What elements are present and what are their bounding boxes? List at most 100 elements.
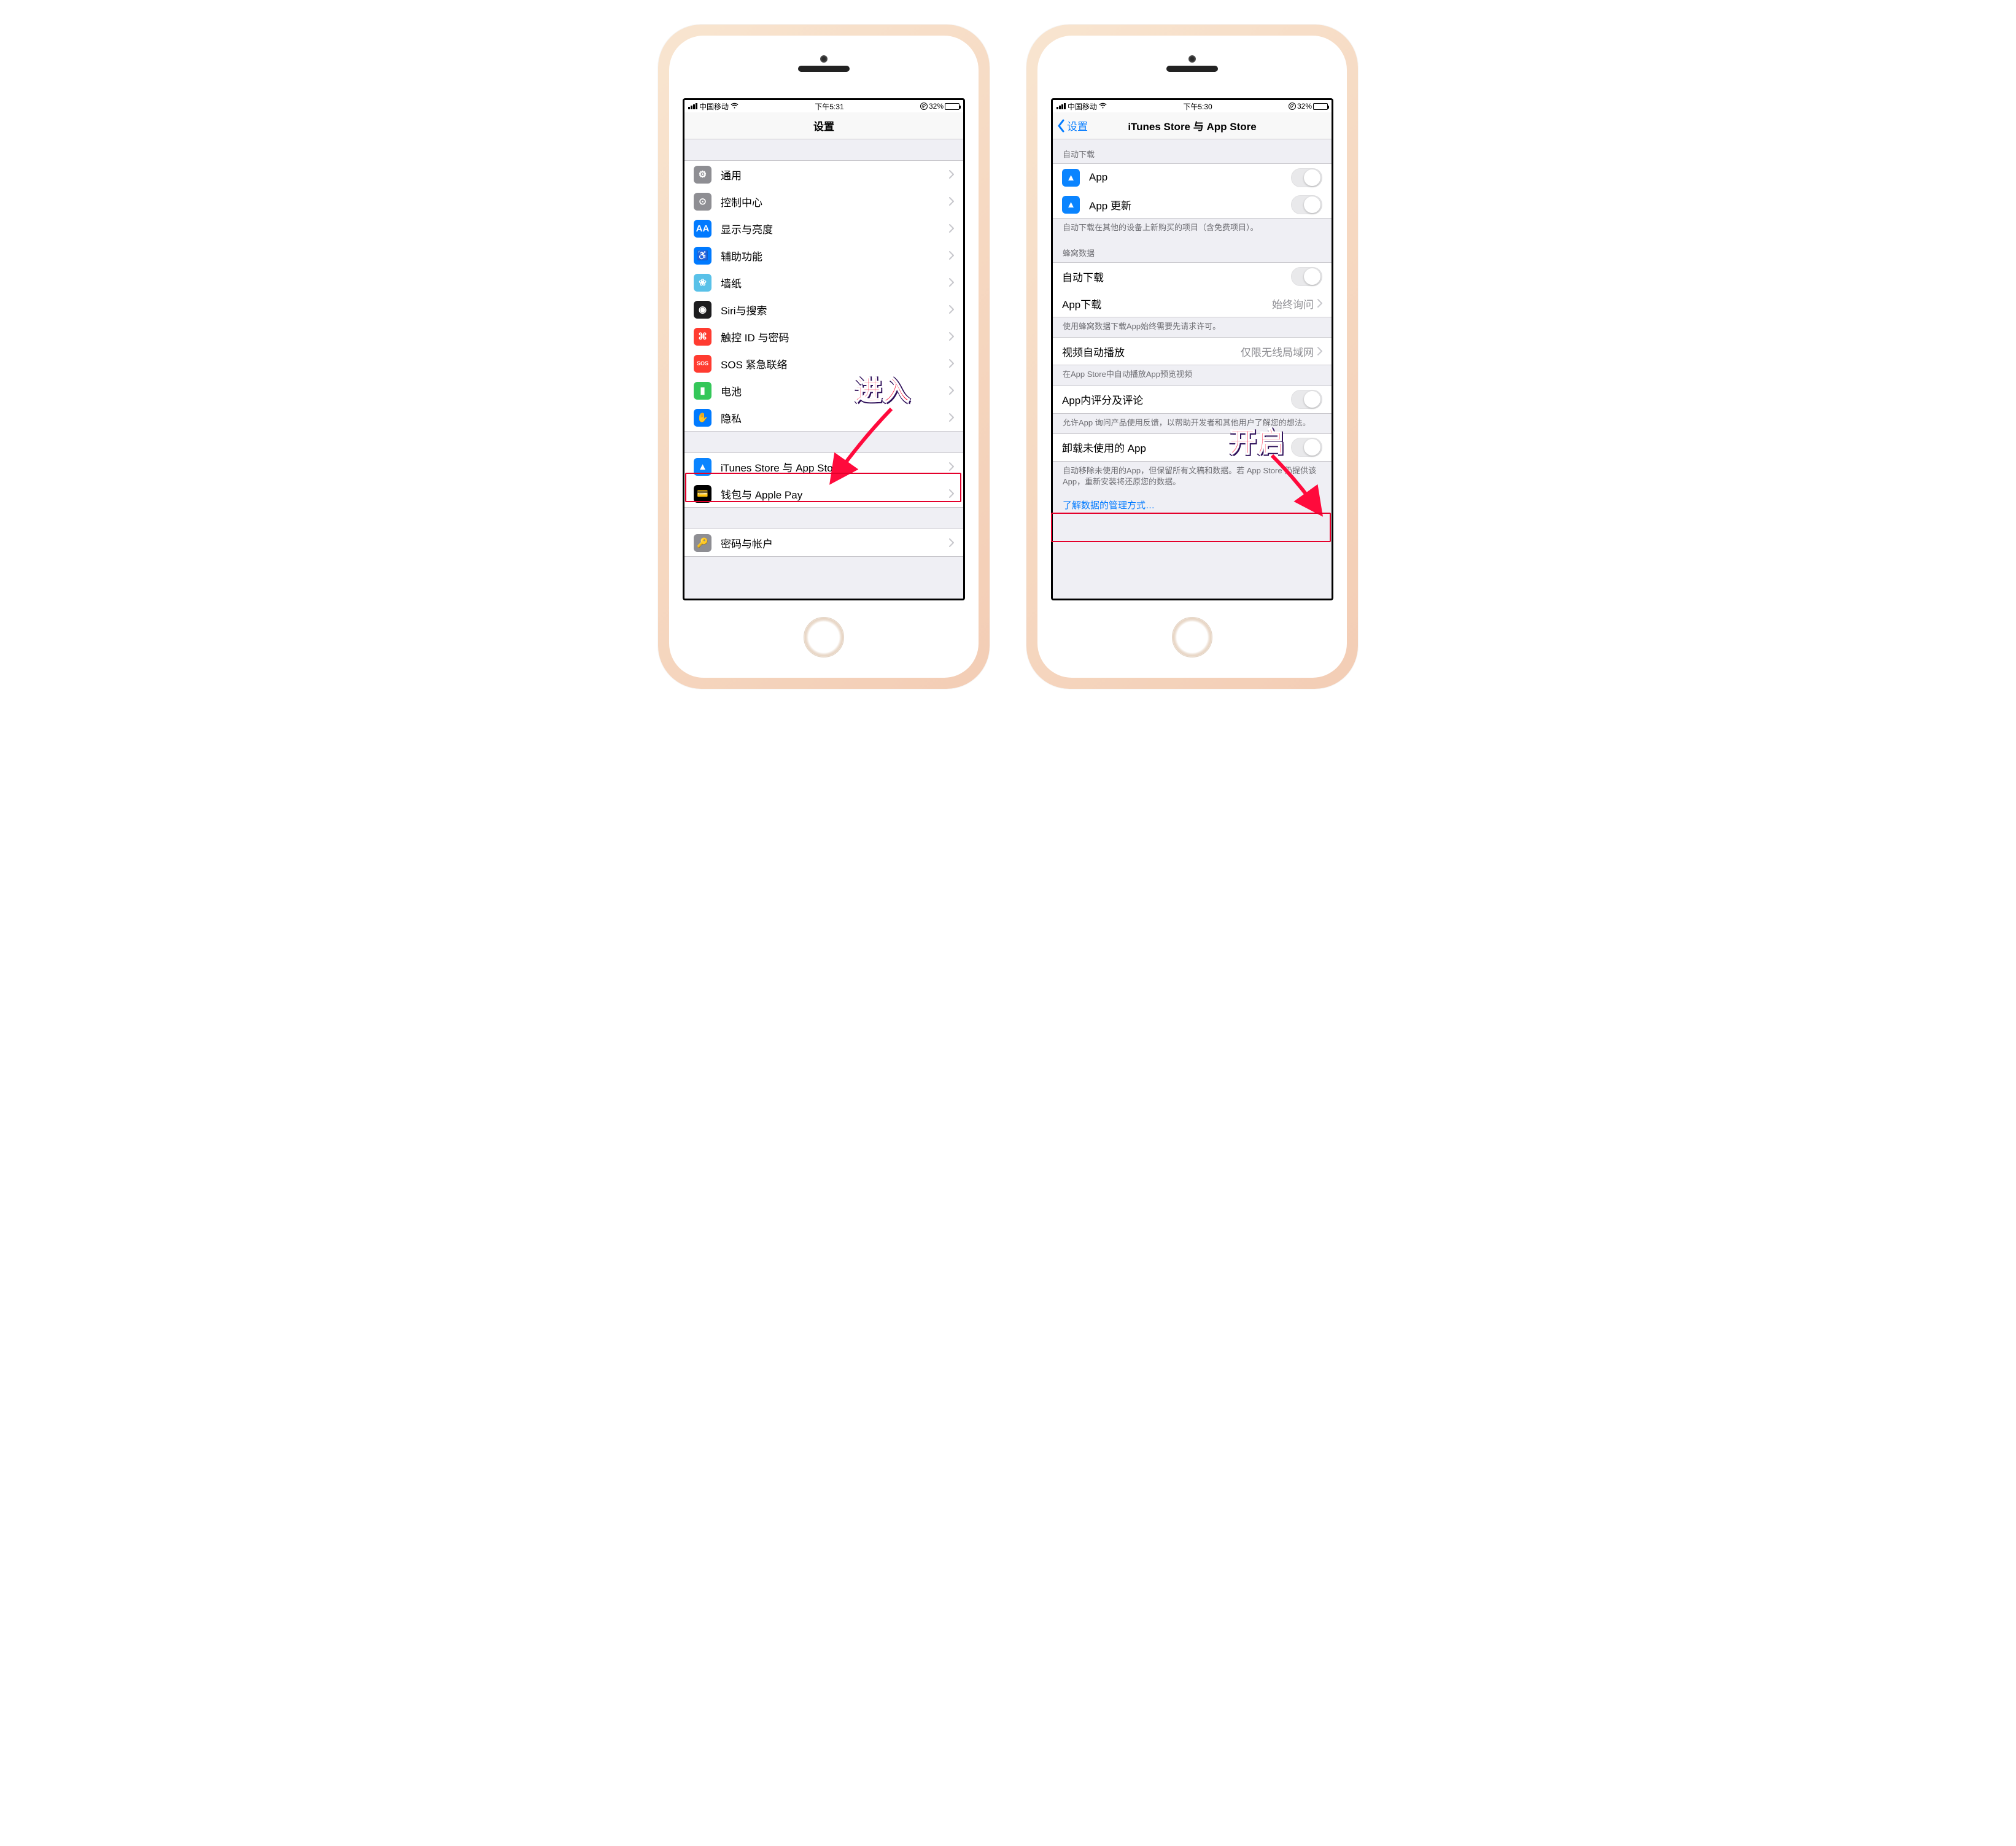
- section-group: 视频自动播放仅限无线局域网: [1053, 337, 1332, 365]
- app_auto-switch[interactable]: [1291, 168, 1322, 187]
- screen-right: 中国移动 下午5:30 32%: [1051, 98, 1333, 600]
- settings-row-label: 密码与帐户: [721, 535, 949, 551]
- chevron-right-icon: [949, 305, 954, 314]
- settings-row-siri[interactable]: ◉ Siri与搜索: [684, 296, 963, 323]
- front-camera-icon: [820, 55, 828, 63]
- settings-row-passwords[interactable]: 🔑 密码与帐户: [684, 529, 963, 556]
- settings-row-label: 隐私: [721, 410, 949, 425]
- phone-body: 中国移动 下午5:30 32%: [1026, 25, 1358, 689]
- row-app_update[interactable]: ▲App 更新: [1053, 191, 1332, 218]
- settings-row-label: SOS 紧急联络: [721, 356, 949, 371]
- phone-top-area: [1041, 39, 1343, 98]
- status-left: 中国移动: [1056, 101, 1107, 112]
- phone-inner-shell: 中国移动 下午5:31 32%: [669, 36, 979, 678]
- siri-icon: ◉: [694, 301, 711, 319]
- itunes-appstore-content[interactable]: 自动下载▲App▲App 更新自动下载在其他的设备上新购买的项目（含免费项目）。…: [1053, 139, 1332, 599]
- status-right: 32%: [1289, 102, 1328, 111]
- row-label: 视频自动播放: [1062, 344, 1241, 359]
- phone-bezel: 中国移动 下午5:31 32%: [673, 39, 975, 674]
- chevron-right-icon: [949, 359, 954, 368]
- back-button[interactable]: 设置: [1056, 118, 1088, 133]
- app_update-icon: ▲: [1062, 196, 1080, 214]
- chevron-right-icon: [949, 197, 954, 206]
- signal-bars-icon: [688, 103, 697, 109]
- settings-row-label: iTunes Store 与 App Store: [721, 459, 949, 475]
- passwords-icon: 🔑: [694, 534, 711, 552]
- settings-row-battery[interactable]: ▮ 电池: [684, 377, 963, 404]
- settings-content[interactable]: ⚙ 通用 ⊙ 控制中心 AA显示与亮度♿辅助功能❀墙纸 ◉ Siri与搜索 ⌘触控 ID 与密…: [684, 139, 963, 599]
- settings-row-label: 辅助功能: [721, 248, 949, 263]
- status-bar: 中国移动 下午5:30 32%: [1053, 100, 1332, 112]
- row-video_autoplay[interactable]: 视频自动播放仅限无线局域网: [1053, 338, 1332, 365]
- cell_auto_dl-switch[interactable]: [1291, 267, 1322, 286]
- settings-row-general[interactable]: ⚙ 通用: [684, 161, 963, 188]
- settings-row-sos[interactable]: SOSSOS 紧急联络: [684, 350, 963, 377]
- general-icon: ⚙: [694, 166, 711, 184]
- section-footer: 使用蜂窝数据下载App始终需要先请求许可。: [1053, 317, 1332, 337]
- row-cell_auto_dl[interactable]: 自动下载: [1053, 263, 1332, 290]
- privacy-icon: ✋: [694, 409, 711, 427]
- row-app_auto[interactable]: ▲App: [1053, 164, 1332, 191]
- app_update-switch[interactable]: [1291, 195, 1322, 214]
- settings-row-label: Siri与搜索: [721, 302, 949, 317]
- section-group: 卸载未使用的 App: [1053, 433, 1332, 462]
- battery-pct: 32%: [929, 102, 944, 111]
- settings-row-label: 墙纸: [721, 275, 949, 290]
- settings-group: 🔑 密码与帐户: [684, 529, 963, 557]
- settings-row-label: 钱包与 Apple Pay: [721, 486, 949, 502]
- chevron-right-icon: [949, 489, 954, 498]
- battery-icon: ▮: [694, 382, 711, 400]
- page-title: 设置: [813, 118, 834, 133]
- settings-row-label: 通用: [721, 167, 949, 182]
- settings-row-accessibility[interactable]: ♿辅助功能: [684, 242, 963, 269]
- rotation-lock-icon: [920, 103, 928, 110]
- settings-row-wallet[interactable]: 💳钱包与 Apple Pay: [684, 480, 963, 507]
- row-offload_unused[interactable]: 卸载未使用的 App: [1053, 434, 1332, 461]
- nav-bar: 设置 iTunes Store 与 App Store: [1053, 112, 1332, 139]
- phone-body: 中国移动 下午5:31 32%: [658, 25, 990, 689]
- status-bar: 中国移动 下午5:31 32%: [684, 100, 963, 112]
- settings-row-label: 显示与亮度: [721, 221, 949, 236]
- in_app_ratings-switch[interactable]: [1291, 390, 1322, 409]
- chevron-right-icon: [1317, 347, 1322, 355]
- settings-row-touchid[interactable]: ⌘触控 ID 与密码: [684, 323, 963, 350]
- battery-icon: [945, 103, 960, 110]
- phone-bezel: 中国移动 下午5:30 32%: [1041, 39, 1343, 674]
- signal-bars-icon: [1056, 103, 1066, 109]
- offload_unused-switch[interactable]: [1291, 438, 1322, 457]
- settings-row-itunes_appstore[interactable]: ▲ iTunes Store 与 App Store: [684, 453, 963, 480]
- home-button[interactable]: [1172, 617, 1212, 657]
- settings-row-display[interactable]: AA显示与亮度: [684, 215, 963, 242]
- wifi-icon: [731, 103, 739, 111]
- phone-top-area: [673, 39, 975, 98]
- chevron-right-icon: [949, 386, 954, 395]
- itunes_appstore-icon: ▲: [694, 458, 711, 476]
- home-button[interactable]: [804, 617, 844, 657]
- battery-icon: [1313, 103, 1328, 110]
- carrier-label: 中国移动: [699, 101, 729, 112]
- chevron-right-icon: [949, 538, 954, 547]
- settings-row-label: 控制中心: [721, 194, 949, 209]
- screen-left: 中国移动 下午5:31 32%: [683, 98, 965, 600]
- home-area: [1041, 600, 1343, 674]
- row-label: 自动下载: [1062, 269, 1291, 284]
- control_center-icon: ⊙: [694, 193, 711, 211]
- chevron-right-icon: [949, 251, 954, 260]
- chevron-right-icon: [949, 170, 954, 179]
- chevron-right-icon: [949, 278, 954, 287]
- app_auto-icon: ▲: [1062, 169, 1080, 187]
- section-group: ▲App▲App 更新: [1053, 163, 1332, 219]
- settings-row-wallpaper[interactable]: ❀墙纸: [684, 269, 963, 296]
- settings-row-label: 电池: [721, 383, 949, 398]
- section-group: 自动下载 App下载始终询问: [1053, 262, 1332, 317]
- settings-row-privacy[interactable]: ✋ 隐私: [684, 404, 963, 431]
- row-in_app_ratings[interactable]: App内评分及评论: [1053, 386, 1332, 413]
- status-time: 下午5:30: [1183, 101, 1212, 112]
- status-right: 32%: [920, 102, 960, 111]
- settings-row-control_center[interactable]: ⊙ 控制中心: [684, 188, 963, 215]
- section-header: 蜂窝数据: [1053, 238, 1332, 262]
- learn-more-link[interactable]: 了解数据的管理方式…: [1053, 492, 1332, 511]
- settings-row-label: 触控 ID 与密码: [721, 329, 949, 344]
- row-cell_app_dl[interactable]: App下载始终询问: [1053, 290, 1332, 317]
- settings-group: ▲ iTunes Store 与 App Store 💳钱包与 Apple Pay: [684, 452, 963, 508]
